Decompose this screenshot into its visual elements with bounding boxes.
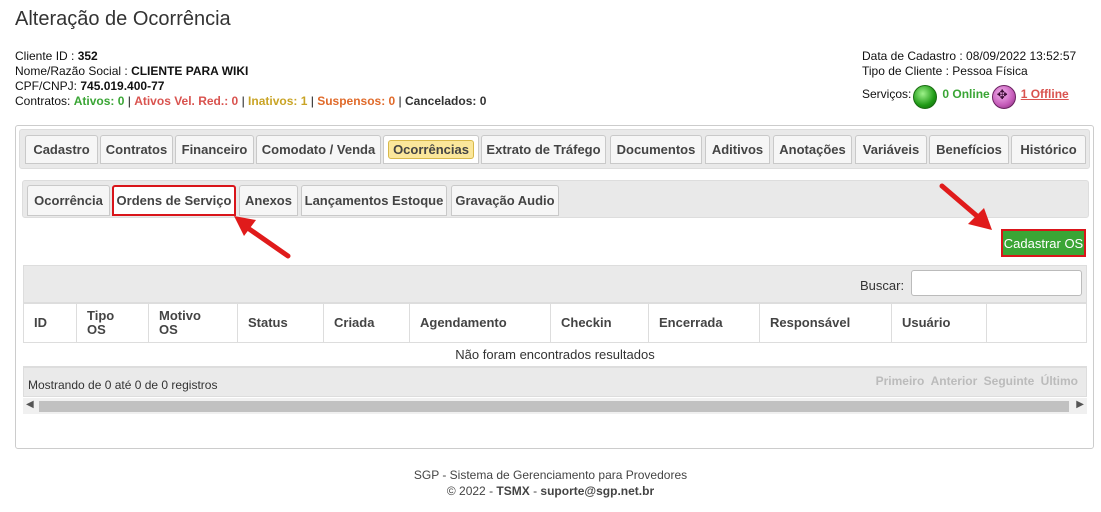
col-tipo-os[interactable]: Tipo OS (77, 304, 149, 342)
search-input[interactable] (911, 270, 1082, 296)
scroll-right-icon[interactable]: ▶ (1076, 399, 1084, 410)
tab-contratos[interactable]: Contratos (100, 135, 173, 164)
os-table: Buscar: ID Tipo OS Motivo OS Status Criada… (23, 265, 1087, 416)
pager-last[interactable]: Último (1041, 374, 1078, 388)
footer-copyright: © 2022 - TSMX - suporte@sgp.net.br (446, 484, 655, 498)
sub-tabs: Ocorrência Ordens de Serviço Anexos Lanç… (22, 180, 1089, 218)
tab-financeiro[interactable]: Financeiro (175, 135, 254, 164)
client-id: 352 (77, 49, 98, 63)
client-type: Tipo de Cliente : Pessoa Física (862, 64, 1028, 78)
col-status[interactable]: Status (238, 304, 324, 342)
table-footer: Mostrando de 0 até 0 de 0 registros Prim… (23, 367, 1087, 397)
site-footer: SGP - Sistema de Gerenciamento para Prov… (0, 467, 1101, 499)
col-encerrada[interactable]: Encerrada (649, 304, 760, 342)
contracts-inativos: Inativos: 1 (248, 94, 308, 108)
client-doc-row: CPF/CNPJ: 745.019.400-77 (15, 79, 165, 93)
empty-message: Não foram encontrados resultados (23, 343, 1087, 367)
main-tabs: Cadastro Contratos Financeiro Comodato /… (19, 129, 1090, 169)
scroll-left-icon[interactable]: ◀ (26, 399, 34, 410)
scroll-thumb[interactable] (39, 401, 1069, 412)
subtab-ocorrencia[interactable]: Ocorrência (27, 185, 110, 216)
online-count: 0 Online (942, 86, 990, 101)
client-meta: Data de Cadastro : 08/09/2022 13:52:57 T… (862, 49, 1076, 109)
main-panel: Cadastro Contratos Financeiro Comodato /… (15, 125, 1094, 449)
pagination: Primeiro Anterior Seguinte Último (873, 374, 1078, 388)
offline-link[interactable]: 1 Offline (1021, 87, 1069, 102)
tab-cadastro[interactable]: Cadastro (25, 135, 98, 164)
subtab-lancamentos-estoque[interactable]: Lançamentos Estoque (301, 185, 447, 216)
col-responsavel[interactable]: Responsável (760, 304, 892, 342)
client-name-row: Nome/Razão Social : CLIENTE PARA WIKI (15, 64, 249, 78)
ocorrencia-content: Ocorrência Ordens de Serviço Anexos Lanç… (22, 180, 1089, 441)
contracts-ativos-vel: Ativos Vel. Red.: 0 (134, 94, 239, 108)
search-bar: Buscar: (23, 265, 1087, 303)
col-id[interactable]: ID (24, 304, 77, 342)
subtab-anexos[interactable]: Anexos (239, 185, 298, 216)
tab-ocorrencias[interactable]: Ocorrências (383, 135, 479, 164)
register-date: Data de Cadastro : 08/09/2022 13:52:57 (862, 49, 1077, 63)
contracts-cancelados: Cancelados: 0 (405, 94, 487, 108)
tab-variaveis[interactable]: Variáveis (855, 135, 927, 164)
services-row: Serviços: 0 Online 1 Offline (862, 79, 1076, 109)
contracts-suspensos: Suspensos: 0 (317, 94, 396, 108)
horizontal-scrollbar[interactable]: ◀ ▶ (23, 398, 1087, 414)
col-criada[interactable]: Criada (324, 304, 410, 342)
pager-prev[interactable]: Anterior (931, 374, 978, 388)
col-motivo-os[interactable]: Motivo OS (149, 304, 238, 342)
footer-email[interactable]: suporte@sgp.net.br (540, 484, 654, 498)
subtab-gravacao-audio[interactable]: Gravação Audio (451, 185, 559, 216)
tab-historico[interactable]: Histórico (1011, 135, 1086, 164)
cadastrar-os-button[interactable]: Cadastrar OS (1001, 229, 1086, 257)
pager-first[interactable]: Primeiro (876, 374, 925, 388)
client-id-row: Cliente ID : 352 (15, 49, 98, 63)
tab-anotacoes[interactable]: Anotações (773, 135, 852, 164)
subtab-ordens-servico[interactable]: Ordens de Serviço (112, 185, 236, 216)
col-checkin[interactable]: Checkin (551, 304, 649, 342)
pager-next[interactable]: Seguinte (984, 374, 1035, 388)
table-header: ID Tipo OS Motivo OS Status Criada Agendam… (23, 303, 1087, 343)
search-label: Buscar: (860, 278, 905, 293)
footer-company: TSMX (496, 484, 530, 498)
client-info: Cliente ID : 352 Nome/Razão Social : CLI… (15, 49, 486, 109)
client-name: CLIENTE PARA WIKI (131, 64, 249, 78)
records-info: Mostrando de 0 até 0 de 0 registros (28, 378, 218, 392)
offline-status-icon (991, 85, 1016, 109)
client-doc: 745.019.400-77 (80, 79, 165, 93)
contracts-ativos: Ativos: 0 (73, 94, 125, 108)
page-title: Alteração de Ocorrência (15, 8, 231, 30)
col-usuario[interactable]: Usuário (892, 304, 987, 342)
contracts-row: Contratos: Ativos: 0 | Ativos Vel. Red.:… (15, 94, 487, 108)
tab-aditivos[interactable]: Aditivos (705, 135, 770, 164)
tab-beneficios[interactable]: Benefícios (929, 135, 1009, 164)
tab-comodato-venda[interactable]: Comodato / Venda (256, 135, 381, 164)
tab-extrato-trafego[interactable]: Extrato de Tráfego (481, 135, 606, 164)
tab-documentos[interactable]: Documentos (610, 135, 702, 164)
online-status-icon (913, 85, 938, 109)
col-agendamento[interactable]: Agendamento (410, 304, 551, 342)
footer-title: SGP - Sistema de Gerenciamento para Prov… (413, 468, 688, 482)
